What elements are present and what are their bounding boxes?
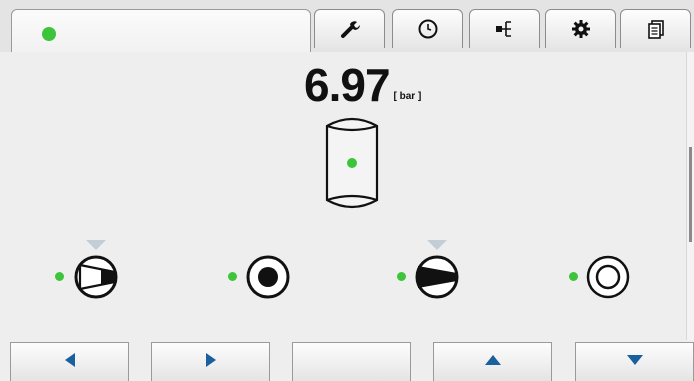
device-1-compressor-icon[interactable] [73,254,119,300]
device-2-status-icon [228,272,237,281]
device-2-filled-circle-icon[interactable] [245,254,291,300]
arrow-left-icon [64,352,76,373]
device-1-status-icon [55,272,64,281]
arrow-right-icon [205,352,217,373]
scrollbar[interactable] [686,52,694,340]
tab-network[interactable] [469,9,540,48]
tab-documents[interactable] [620,9,691,48]
pressure-value: 6.97 [304,59,391,111]
pressure-readout: 6.97 [ bar ] [304,62,421,108]
active-marker-icon [86,240,106,250]
clock-icon [417,18,439,40]
screen: 6.97 [ bar ] [0,0,694,381]
nav-blank-button[interactable] [292,342,411,381]
device-3-status-icon [397,272,406,281]
tab-timer[interactable] [392,9,463,48]
nav-right-button[interactable] [151,342,270,381]
scrollbar-thumb[interactable] [689,147,692,242]
tank-icon[interactable] [321,112,383,219]
nav-down-button[interactable] [575,342,694,381]
device-3-compressor-icon[interactable] [414,254,460,300]
nav-left-button[interactable] [10,342,129,381]
arrow-up-icon [484,353,502,371]
tab-settings[interactable] [545,9,616,48]
device-4-status-icon [569,272,578,281]
gear-icon [570,18,592,40]
active-marker-icon [427,240,447,250]
pressure-unit: [ bar ] [393,91,422,102]
documents-icon [645,18,667,40]
tree-icon [493,18,517,40]
tab-overview[interactable] [11,9,311,53]
arrow-down-icon [626,353,644,371]
tab-strip [0,0,694,53]
tab-service[interactable] [314,9,385,48]
device-4-ring-icon[interactable] [585,254,631,300]
status-indicator-icon [42,27,56,41]
wrench-icon [339,18,361,40]
nav-up-button[interactable] [433,342,552,381]
